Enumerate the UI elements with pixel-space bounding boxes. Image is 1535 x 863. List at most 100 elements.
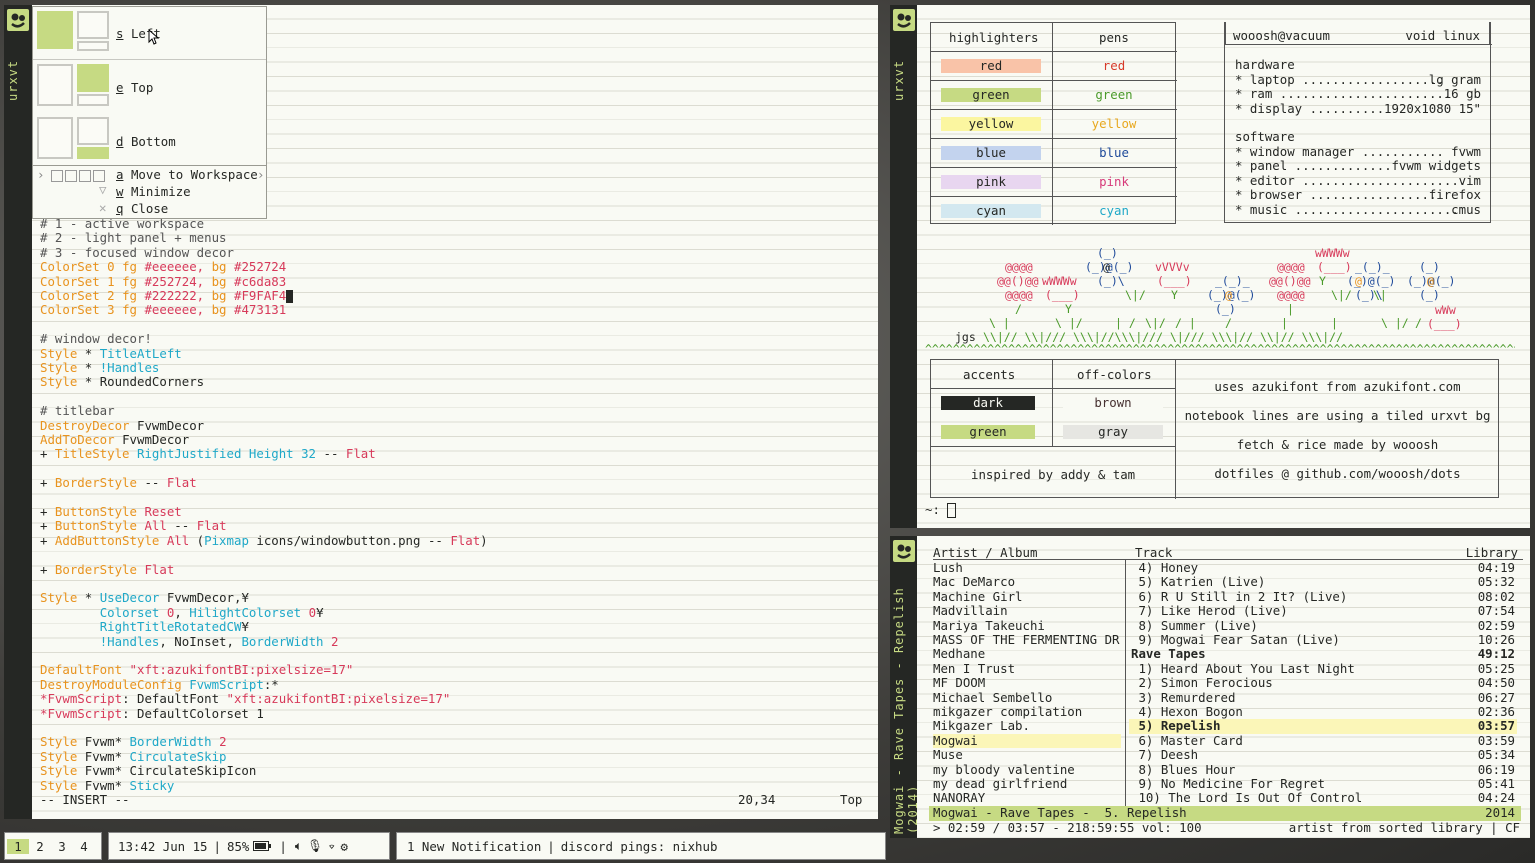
track-row[interactable]: 9) Mogwai Fear Satan (Live) 10:26 xyxy=(1129,632,1517,647)
clock: 13:42 Jun 15 xyxy=(118,838,208,854)
svg-text:(___): (___) xyxy=(1045,288,1080,302)
workspace-1[interactable]: 1 xyxy=(7,838,29,854)
cmus-window-titlebar[interactable]: Mogwai - Rave Tapes - Repelish (2014) xyxy=(890,536,920,838)
sysinfo-row: * editor ...................... vim xyxy=(1235,172,1481,188)
fvwm-logo-icon[interactable] xyxy=(893,540,915,562)
track-row[interactable]: 1) Heard About You Last Night 05:25 xyxy=(1129,660,1517,676)
track-row[interactable]: 10) The Lord Is Out Of Control 04:24 xyxy=(1129,790,1517,805)
menu-item-left[interactable]: s Left xyxy=(33,7,266,60)
fetch-window-titlebar[interactable]: urxvt xyxy=(890,5,917,528)
sysinfo-row: * panel ............. fvwm widgets xyxy=(1235,158,1481,174)
artist-item[interactable]: Lush xyxy=(933,561,1121,575)
track-row[interactable]: 5) Katrien (Live) 05:32 xyxy=(1129,574,1517,589)
chevron-right-icon: › xyxy=(257,167,265,182)
workspace-2[interactable]: 2 xyxy=(29,839,51,854)
svg-text:(___): (___) xyxy=(1427,317,1462,331)
artist-item[interactable]: NANORAY xyxy=(933,791,1121,805)
fvwm-logo-icon[interactable] xyxy=(7,9,29,31)
track-row[interactable]: 8) Summer (Live) 02:59 xyxy=(1129,618,1517,633)
fetch-terminal[interactable]: highlighters pens red red green green yellow… xyxy=(917,5,1530,528)
pen-sample-red: red xyxy=(1102,58,1126,73)
svg-text:(___): (___) xyxy=(1317,260,1352,274)
code-comment: # titlebar xyxy=(40,403,115,419)
artist-item[interactable]: Madvillain xyxy=(933,604,1121,618)
track-row-playing[interactable]: 5) Repelish 03:57 xyxy=(1129,718,1517,734)
track-row[interactable]: 6) R U Still in 2 It? (Live) 08:02 xyxy=(1129,588,1517,604)
track-title: 4) Honey xyxy=(1131,560,1199,575)
artist-item[interactable]: Mikgazer Lab. xyxy=(933,719,1121,733)
artist-item[interactable]: Machine Girl xyxy=(933,590,1121,604)
track-title: 4) Hexon Bogon xyxy=(1131,704,1243,719)
notification-panel[interactable]: 1 New Notification | discord pings: nixh… xyxy=(396,832,886,860)
menu-item-minimize[interactable]: ▽ w Minimize xyxy=(33,182,266,200)
notification-count[interactable]: 1 New Notification xyxy=(407,839,541,854)
menu-item-bottom[interactable]: d Bottom xyxy=(33,113,266,165)
artist-item[interactable]: mikgazer compilation xyxy=(933,705,1121,719)
credit-note: uses azukifont from azukifont.com xyxy=(1214,379,1461,394)
menu-item-close[interactable]: ✕ q Close xyxy=(33,200,266,217)
pen-sample-blue: blue xyxy=(1099,145,1129,160)
colorset-line: ColorSet 1 fg #252724, bg #c6da83 xyxy=(40,273,287,289)
battery-level: 85% xyxy=(227,838,250,854)
svg-text:wWWWw: wWWWw xyxy=(1315,246,1350,260)
code-line: AddToDecor FvwmDecor xyxy=(40,432,190,447)
code-line: Style * UseDecor FvwmDecor,¥ xyxy=(40,590,249,606)
left-window-titlebar[interactable]: urxvt xyxy=(4,5,32,819)
text-cursor xyxy=(286,290,294,303)
settings-gear-icon[interactable]: ⚙︎ xyxy=(341,839,348,854)
track-row[interactable]: 4) Honey 04:19 xyxy=(1129,560,1517,575)
artist-item[interactable]: my bloody valentine xyxy=(933,763,1121,777)
track-duration: 03:59 xyxy=(1477,732,1515,748)
track-duration: 03:57 xyxy=(1477,718,1515,734)
workspace-3[interactable]: 3 xyxy=(51,839,73,854)
code-line: Colorset 0, HilightColorset 0¥ xyxy=(99,604,324,620)
cmus-terminal[interactable]: Artist / Album Track Library Lush Mac DeM… xyxy=(917,536,1530,838)
svg-text:(_): (_) xyxy=(1215,302,1236,316)
svg-text:\ |: \ | xyxy=(989,316,1010,330)
track-row[interactable]: 3) Remurdered 06:27 xyxy=(1129,690,1517,705)
highlighter-swatch-red: red xyxy=(941,59,1041,73)
track-title: 6) Master Card xyxy=(1131,732,1243,748)
track-row[interactable]: 7) Like Herod (Live) 07:54 xyxy=(1129,603,1517,618)
menu-item-top[interactable]: e Top xyxy=(33,60,266,112)
volume-icon[interactable]: 🔈︎ xyxy=(295,838,302,854)
track-row[interactable]: 4) Hexon Bogon 02:36 xyxy=(1129,704,1517,719)
track-title: 9) No Medicine For Regret xyxy=(1131,776,1325,791)
mic-muted-icon[interactable]: 🎙︎ xyxy=(307,838,323,854)
track-duration: 05:25 xyxy=(1477,660,1515,676)
color-table: highlighters pens red red green green yellow… xyxy=(930,22,1177,225)
track-row[interactable]: 2) Simon Ferocious 04:50 xyxy=(1129,675,1517,690)
artist-item[interactable]: my dead girlfriend xyxy=(933,777,1121,791)
workspace-switcher: 1 2 3 4 xyxy=(4,832,102,860)
colorset-line: ColorSet 2 fg #222222, bg #F9FAF4 xyxy=(40,288,294,303)
now-playing-bar: Mogwai - Rave Tapes - 5. Repelish 2014 xyxy=(929,805,1521,821)
artist-item[interactable]: Medhane xyxy=(933,647,1121,661)
artist-item[interactable]: Michael Sembello xyxy=(933,691,1121,705)
accent-swatch-green: green xyxy=(941,425,1035,439)
distro: void linux xyxy=(1405,28,1480,43)
svg-text:(_): (_) xyxy=(1419,260,1440,274)
track-row[interactable]: 9) No Medicine For Regret 05:41 xyxy=(1129,776,1517,791)
fvwm-logo-icon[interactable] xyxy=(893,9,915,31)
discord-status: discord pings: nixhub xyxy=(560,838,718,854)
album-header[interactable]: Rave Tapes 49:12 xyxy=(1129,646,1517,661)
artist-item[interactable]: Mariya Takeuchi xyxy=(933,619,1121,633)
menu-item-move-workspace[interactable]: › a Move to Workspace › xyxy=(33,167,266,183)
artist-item[interactable]: MF DOOM xyxy=(933,676,1121,690)
track-row[interactable]: 7) Deesh 05:34 xyxy=(1129,747,1517,762)
track-duration: 08:02 xyxy=(1477,588,1515,604)
shell-prompt[interactable]: ~: xyxy=(925,502,957,518)
wifi-icon[interactable]: ⌔ xyxy=(328,839,335,854)
vim-scroll-pos: Top xyxy=(840,792,863,807)
artist-item[interactable]: MASS OF THE FERMENTING DR xyxy=(933,633,1121,647)
track-row[interactable]: 8) Blues Hour 06:19 xyxy=(1129,762,1517,777)
artist-item[interactable]: Muse xyxy=(933,748,1121,762)
workspace-4[interactable]: 4 xyxy=(73,839,95,854)
svg-text:/: / xyxy=(1415,316,1422,330)
track-row[interactable]: 6) Master Card 03:59 xyxy=(1129,732,1517,748)
offcolor-swatch-brown: brown xyxy=(1063,396,1163,410)
artist-item[interactable]: Men I Trust xyxy=(933,662,1121,676)
svg-text:/: / xyxy=(1225,316,1232,330)
artist-item[interactable]: Mac DeMarco xyxy=(933,575,1121,589)
artist-item-selected[interactable]: Mogwai xyxy=(933,733,1121,749)
